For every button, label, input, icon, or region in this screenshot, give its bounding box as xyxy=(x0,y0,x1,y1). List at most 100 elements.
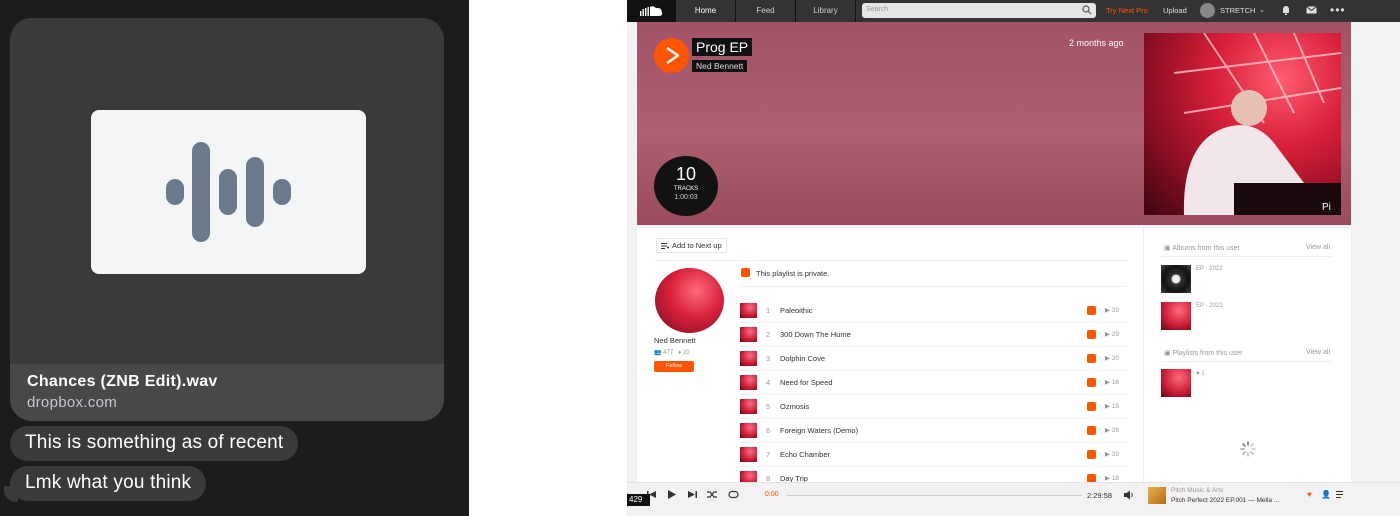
track-number: 2 xyxy=(766,330,771,339)
playback-bar: 0:00 2:29:58 Pitch Music & Arts Pitch Pe… xyxy=(627,482,1400,508)
albums-view-all-link[interactable]: View all xyxy=(1306,244,1330,251)
try-next-pro-link[interactable]: Try Next Pro xyxy=(1106,0,1148,22)
track-artwork[interactable] xyxy=(740,399,757,414)
play-count: 33 xyxy=(1111,451,1120,458)
track-artwork[interactable] xyxy=(740,375,757,390)
album-artwork[interactable] xyxy=(1161,302,1191,330)
message-bubble[interactable]: This is something as of recent xyxy=(10,426,299,461)
next-icon[interactable] xyxy=(688,490,697,499)
track-title[interactable]: 300 Down The Hume xyxy=(780,330,851,339)
track-count: 10 xyxy=(675,164,697,184)
private-notice: This playlist is private. xyxy=(741,268,829,278)
private-notice-text: This playlist is private. xyxy=(756,269,830,278)
now-playing-artwork[interactable] xyxy=(1148,487,1166,504)
lock-icon xyxy=(1087,306,1096,315)
play-count: 15 xyxy=(1111,403,1120,410)
now-playing-title[interactable]: Pitch Perfect 2022 EP.001 — Mella ... xyxy=(1171,497,1279,504)
track-plays: ▶ 26 xyxy=(1105,427,1120,434)
track-row[interactable]: 7 Echo Chamber ▶ 33 xyxy=(740,443,1127,467)
more-options-icon[interactable]: ••• xyxy=(1330,0,1346,20)
track-number: 7 xyxy=(766,450,771,459)
playlists-view-all-link[interactable]: View all xyxy=(1306,349,1330,356)
lock-icon xyxy=(1087,426,1096,435)
track-row[interactable]: 2 300 Down The Hume ▶ 29 xyxy=(740,323,1127,347)
playlist-likes: ♥ 1 xyxy=(1196,371,1205,377)
artist-name[interactable]: Ned Bennett xyxy=(654,336,696,345)
nav-library[interactable]: Library xyxy=(796,0,856,22)
chevron-down-icon[interactable]: ⌄ xyxy=(1259,0,1265,22)
heart-icon[interactable]: ♥ xyxy=(1307,490,1312,499)
playlist-title: Prog EP xyxy=(692,38,753,56)
attachment-card[interactable]: Chances (ZNB Edit).wav dropbox.com xyxy=(10,18,444,421)
artist-avatar[interactable] xyxy=(655,268,724,333)
track-title[interactable]: Dolphin Cove xyxy=(780,354,825,363)
track-artwork[interactable] xyxy=(740,447,757,462)
posted-date: 2 months ago xyxy=(1069,38,1124,48)
play-count: 33 xyxy=(1111,307,1120,314)
track-row[interactable]: 3 Dolphin Cove ▶ 20 xyxy=(740,347,1127,371)
track-plays: ▶ 20 xyxy=(1105,355,1120,362)
track-artwork[interactable] xyxy=(740,327,757,342)
track-title[interactable]: Echo Chamber xyxy=(780,450,830,459)
lock-icon xyxy=(1087,354,1096,363)
track-title[interactable]: Foreign Waters (Demo) xyxy=(780,426,858,435)
shuffle-icon[interactable] xyxy=(707,490,718,499)
counter-badge: 429 xyxy=(627,494,650,506)
user-menu-name[interactable]: STRETCH xyxy=(1220,0,1255,22)
track-row[interactable]: 6 Foreign Waters (Demo) ▶ 26 xyxy=(740,419,1127,443)
message-bubble[interactable]: Lmk what you think xyxy=(10,466,207,501)
now-playing-artist[interactable]: Pitch Music & Arts xyxy=(1171,487,1223,494)
mail-icon[interactable] xyxy=(1306,5,1317,15)
playlist-likes-count: 1 xyxy=(1201,371,1205,377)
soundcloud-logo[interactable] xyxy=(627,0,676,22)
playlist-artist[interactable]: Ned Bennett xyxy=(692,60,748,72)
progress-bar[interactable] xyxy=(787,495,1082,496)
playlist-artwork[interactable] xyxy=(1161,369,1191,397)
lock-icon xyxy=(1087,330,1096,339)
repeat-icon[interactable] xyxy=(728,490,739,499)
tracks-label: TRACKS xyxy=(673,186,699,192)
track-title[interactable]: Need for Speed xyxy=(780,378,833,387)
albums-heading-text: Albums from this user xyxy=(1172,245,1240,252)
track-count-badge: 10 TRACKS 1:00:03 xyxy=(654,156,718,216)
follow-user-icon[interactable]: 👤 xyxy=(1321,490,1331,499)
nav-feed[interactable]: Feed xyxy=(736,0,796,22)
upload-link[interactable]: Upload xyxy=(1163,0,1187,22)
playlist-artwork: Pi xyxy=(1144,33,1341,215)
nav-home[interactable]: Home xyxy=(676,0,736,22)
search-icon[interactable] xyxy=(1082,5,1092,15)
attachment-preview xyxy=(10,18,444,364)
track-artwork[interactable] xyxy=(740,351,757,366)
bell-icon[interactable] xyxy=(1281,5,1291,16)
soundcloud-window: Home Feed Library Search Try Next Pro Up… xyxy=(627,0,1400,516)
add-to-next-up-button[interactable]: Add to Next up xyxy=(656,238,727,253)
track-row[interactable]: 5 Ozmosis ▶ 15 xyxy=(740,395,1127,419)
album-artwork[interactable] xyxy=(1161,265,1191,293)
playlist-content: Add to Next up Ned Bennett 👥 477 ♦ 20 Fo… xyxy=(637,228,1351,491)
track-artwork[interactable] xyxy=(740,303,757,318)
track-artwork[interactable] xyxy=(740,423,757,438)
track-number: 4 xyxy=(766,378,771,387)
track-row[interactable]: 1 Paleoithic ▶ 33 xyxy=(740,299,1127,323)
album-meta: EP · 2022 xyxy=(1196,266,1223,272)
play-icon[interactable] xyxy=(668,490,676,499)
play-count: 18 xyxy=(1111,475,1120,482)
volume-icon[interactable] xyxy=(1124,490,1135,500)
follow-button[interactable]: Follow xyxy=(654,361,694,372)
queue-list-icon[interactable] xyxy=(1336,490,1345,499)
queue-icon xyxy=(661,243,669,249)
track-row[interactable]: 4 Need for Speed ▶ 16 xyxy=(740,371,1127,395)
user-avatar[interactable] xyxy=(1200,3,1215,18)
audio-file-tile xyxy=(91,110,366,274)
track-title[interactable]: Ozmosis xyxy=(780,402,809,411)
divider xyxy=(740,286,1127,287)
tracks-icon: ♦ xyxy=(678,350,682,356)
track-number: 5 xyxy=(766,402,771,411)
track-number: 1 xyxy=(766,306,771,315)
search-input[interactable]: Search xyxy=(862,3,1096,18)
track-title[interactable]: Paleoithic xyxy=(780,306,813,315)
divider xyxy=(1161,256,1331,257)
cloud-logo-icon xyxy=(640,6,663,16)
play-button[interactable] xyxy=(654,38,689,73)
playlist-duration: 1:00:03 xyxy=(674,194,698,201)
